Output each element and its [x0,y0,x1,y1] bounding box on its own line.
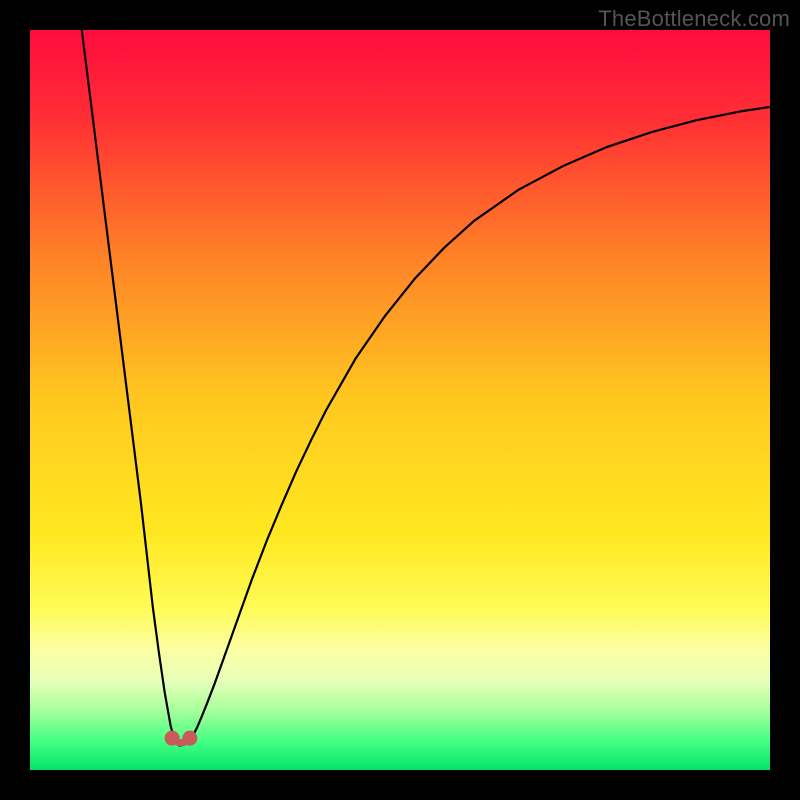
bottleneck-chart [30,30,770,770]
plot-area [30,30,770,770]
watermark-label: TheBottleneck.com [598,6,790,32]
gradient-background [30,30,770,770]
chart-frame: TheBottleneck.com [0,0,800,800]
valley-marker-dot [165,731,180,746]
valley-marker-dot [182,731,197,746]
